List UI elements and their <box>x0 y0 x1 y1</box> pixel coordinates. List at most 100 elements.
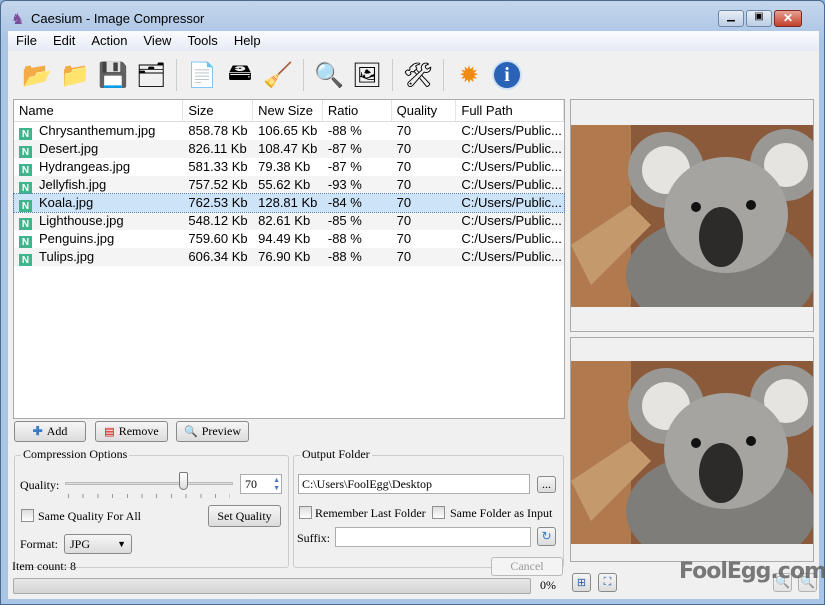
update-icon[interactable]: ✹ <box>452 58 486 92</box>
add-button[interactable]: ✚ Add <box>14 421 86 442</box>
cell-size: 757.52 Kb <box>183 176 253 194</box>
cell-full-path: C:/Users/Public... <box>456 212 564 230</box>
file-icon: N <box>19 164 32 176</box>
slider-ticks <box>68 494 230 498</box>
same-folder-label: Same Folder as Input <box>450 506 553 520</box>
cell-text: Penguins.jpg <box>39 231 115 246</box>
cell-size: 759.60 Kb <box>183 230 253 248</box>
cell-size: 548.12 Kb <box>183 212 253 230</box>
cell-text: 70 <box>396 195 412 210</box>
column-ratio[interactable]: Ratio <box>323 100 392 121</box>
file-icon: N <box>19 146 32 158</box>
same-quality-checkbox[interactable] <box>21 509 34 522</box>
compression-options-group: Compression Options Quality: 70 ▲ ▼ Same Q… <box>14 447 289 568</box>
menu-edit[interactable]: Edit <box>45 31 83 51</box>
refresh-icon: ↻ <box>541 529 552 543</box>
table-row[interactable]: N Koala.jpg 762.53 Kb 128.81 Kb -84 % 70 C:/Us… <box>13 193 565 213</box>
column-quality[interactable]: Quality <box>392 100 457 121</box>
cell-text: -84 % <box>327 195 362 210</box>
compress-image-icon[interactable]: 🖼 <box>350 58 384 92</box>
quality-label: Quality: <box>20 478 60 492</box>
cell-new-size: 106.65 Kb <box>253 122 323 140</box>
maximize-button[interactable]: ▣ <box>746 10 772 27</box>
settings-tools-icon[interactable]: 🛠 <box>401 58 435 92</box>
spin-arrows-icon[interactable]: ▲ ▼ <box>273 476 280 492</box>
table-row[interactable]: N Penguins.jpg 759.60 Kb 94.49 Kb -88 % 70 C:/… <box>14 230 564 248</box>
menu-view[interactable]: View <box>136 31 180 51</box>
fit-to-window-button[interactable]: ⊞ <box>572 573 591 592</box>
cell-text: 70 <box>396 159 412 174</box>
cell-text: Koala.jpg <box>39 195 94 210</box>
original-preview-image <box>571 125 813 307</box>
file-icon: N <box>19 254 32 266</box>
table-row[interactable]: N Tulips.jpg 606.34 Kb 76.90 Kb -88 % 70 C:/Us… <box>14 248 564 266</box>
table-row[interactable]: N Lighthouse.jpg 548.12 Kb 82.61 Kb -85 % 70 C… <box>14 212 564 230</box>
column-size[interactable]: Size <box>183 100 254 121</box>
reset-suffix-button[interactable]: ↻ <box>537 527 556 546</box>
table-row[interactable]: N Hydrangeas.jpg 581.33 Kb 79.38 Kb -87 % 70 C… <box>14 158 564 176</box>
file-icon: N <box>19 182 32 194</box>
cell-text: 759.60 Kb <box>188 231 248 246</box>
remove-all-icon[interactable]: 🖴 <box>223 58 257 92</box>
menu-action[interactable]: Action <box>83 31 135 51</box>
cell-text: C:/Users/Public... <box>461 231 562 246</box>
table-row[interactable]: N Chrysanthemum.jpg 858.78 Kb 106.65 Kb -88 … <box>14 122 564 140</box>
cell-text: C:/Users/Public... <box>461 141 562 156</box>
preview-button[interactable]: 🔍 Preview <box>176 421 249 442</box>
menu-help[interactable]: Help <box>226 31 269 51</box>
cell-text: C:/Users/Public... <box>461 195 562 210</box>
quality-slider[interactable] <box>65 482 233 485</box>
cell-full-path: C:/Users/Public... <box>456 248 564 266</box>
output-path-input[interactable]: C:\Users\FoolEgg\Desktop <box>298 474 530 494</box>
open-file-icon[interactable]: 📂 <box>20 58 54 92</box>
menu-tools[interactable]: Tools <box>179 31 225 51</box>
output-folder-group: Output Folder C:\Users\FoolEgg\Desktop .… <box>293 447 564 568</box>
column-new-size[interactable]: New Size <box>253 100 323 121</box>
browse-button[interactable]: ... <box>537 476 556 493</box>
cell-name: N Lighthouse.jpg <box>14 212 183 230</box>
cell-text: 606.34 Kb <box>188 249 248 264</box>
actual-size-button[interactable]: ⛶ <box>598 573 617 592</box>
quality-spinbox[interactable]: 70 ▲ ▼ <box>240 474 282 494</box>
close-button[interactable]: ✕ <box>774 10 802 27</box>
preview-magnifier-icon[interactable]: 🔍 <box>312 58 346 92</box>
cell-quality: 70 <box>392 230 457 248</box>
open-folder-icon[interactable]: 📁 <box>58 58 92 92</box>
menu-file[interactable]: File <box>8 31 45 51</box>
same-quality-label: Same Quality For All <box>38 509 141 523</box>
cell-text: -93 % <box>327 177 362 192</box>
cell-text: 70 <box>396 249 412 264</box>
browse-label: ... <box>542 477 551 491</box>
info-icon[interactable]: i <box>490 58 524 92</box>
remove-button[interactable]: ▤ Remove <box>95 421 168 442</box>
column-name[interactable]: Name <box>14 100 184 121</box>
same-folder-checkbox[interactable] <box>432 506 445 519</box>
cell-full-path: C:/Users/Public... <box>456 194 564 212</box>
column-full-path[interactable]: Full Path <box>456 100 564 121</box>
table-row[interactable]: N Jellyfish.jpg 757.52 Kb 55.62 Kb -93 % 70 C:… <box>14 176 564 194</box>
set-quality-button[interactable]: Set Quality <box>208 505 281 527</box>
quality-slider-thumb[interactable] <box>178 472 188 490</box>
cell-text: 548.12 Kb <box>188 213 248 228</box>
format-select[interactable]: JPG ▼ <box>64 534 132 554</box>
remove-item-icon[interactable]: 📄 <box>185 58 219 92</box>
cell-text: 76.90 Kb <box>258 249 311 264</box>
cell-text: Desert.jpg <box>39 141 99 156</box>
remember-folder-checkbox[interactable] <box>299 506 312 519</box>
toolbar-separator <box>392 59 393 91</box>
cell-text: Hydrangeas.jpg <box>39 159 131 174</box>
cancel-button[interactable]: Cancel <box>491 557 563 576</box>
open-list-icon[interactable]: 🗂 <box>134 58 168 92</box>
clear-broom-icon[interactable]: 🧹 <box>261 58 295 92</box>
original-preview-pane <box>570 99 814 332</box>
compression-options-title: Compression Options <box>21 447 130 462</box>
cell-text: Tulips.jpg <box>39 249 95 264</box>
table-row[interactable]: N Desert.jpg 826.11 Kb 108.47 Kb -87 % 70 C:/U… <box>14 140 564 158</box>
suffix-input[interactable] <box>335 527 531 547</box>
save-list-icon[interactable]: 💾 <box>96 58 130 92</box>
cell-text: C:/Users/Public... <box>461 177 562 192</box>
minimize-button[interactable]: ▁ <box>718 10 744 27</box>
file-list-table[interactable]: Name Size New Size Ratio Quality Full Pa… <box>13 99 565 419</box>
cell-text: Chrysanthemum.jpg <box>39 123 156 138</box>
dropdown-arrow-icon: ▼ <box>117 539 126 549</box>
